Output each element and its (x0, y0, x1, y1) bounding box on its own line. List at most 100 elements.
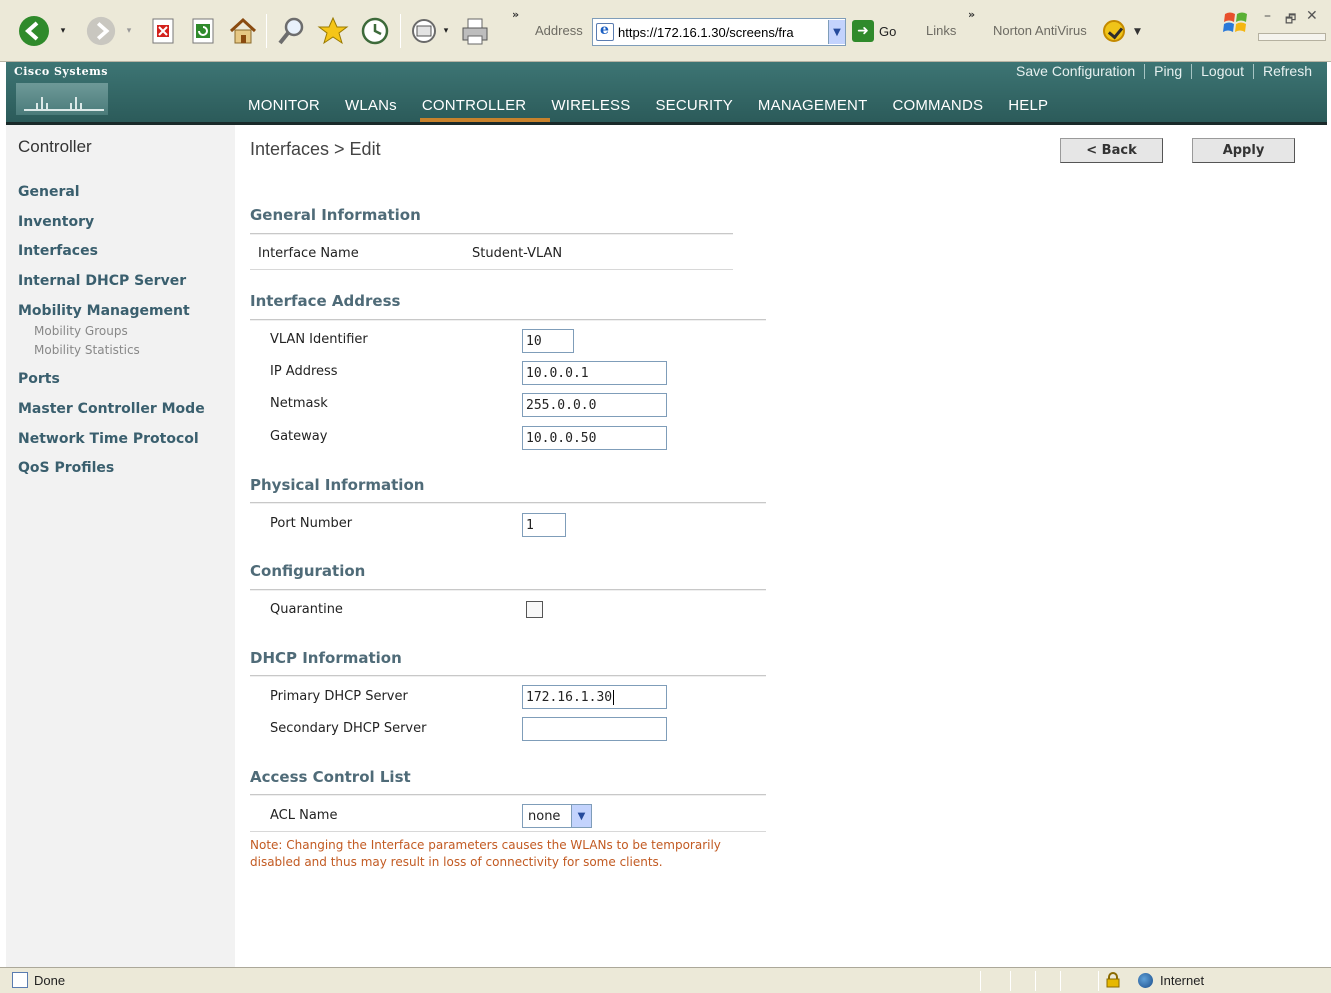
main-nav: MONITOR WLANs CONTROLLER WIRELESS SECURI… (248, 94, 1073, 116)
norton-antivirus-icon[interactable] (1103, 20, 1125, 42)
section-dhcp-information: DHCP Information (250, 649, 402, 667)
section-general-information: General Information (250, 206, 421, 224)
address-dropdown-icon[interactable]: ▼ (828, 20, 845, 44)
primary-dhcp-server-input[interactable]: 172.16.1.30 (522, 685, 667, 709)
apply-button[interactable]: Apply (1192, 138, 1295, 163)
primary-dhcp-server-label: Primary DHCP Server (270, 689, 408, 704)
sidebar: Controller General Inventory Interfaces … (6, 125, 235, 967)
sidebar-title: Controller (18, 137, 92, 156)
section-access-control-list: Access Control List (250, 768, 411, 786)
nav-monitor[interactable]: MONITOR (248, 94, 320, 116)
print-icon[interactable] (458, 14, 492, 48)
back-dropdown-icon[interactable]: ▾ (56, 14, 70, 48)
go-label: Go (879, 23, 897, 39)
mail-icon[interactable] (408, 14, 440, 48)
lock-icon[interactable] (1106, 972, 1120, 988)
sidebar-item-qos-profiles[interactable]: QoS Profiles (18, 460, 114, 476)
section-physical-information: Physical Information (250, 476, 425, 494)
sidebar-item-inventory[interactable]: Inventory (18, 214, 94, 230)
back-button[interactable]: < Back (1060, 138, 1163, 163)
sidebar-item-interfaces[interactable]: Interfaces (18, 243, 98, 259)
go-button[interactable]: ➜ Go (852, 20, 896, 42)
page-status-icon (12, 972, 28, 988)
norton-label[interactable]: Norton AntiVirus (993, 23, 1087, 38)
nav-controller[interactable]: CONTROLLER (422, 94, 527, 116)
restore-icon[interactable]: 🗗 (1285, 10, 1296, 31)
history-icon[interactable] (358, 14, 392, 48)
refresh-icon[interactable] (188, 14, 218, 48)
ping-link[interactable]: Ping (1145, 63, 1191, 79)
row-divider (250, 269, 733, 270)
forward-dropdown-icon[interactable]: ▾ (122, 14, 136, 48)
interface-name-value: Student-VLAN (472, 246, 563, 261)
home-icon[interactable] (226, 14, 260, 48)
nav-help[interactable]: HELP (1008, 94, 1048, 116)
quarantine-checkbox[interactable] (526, 601, 543, 618)
windows-logo-icon (1223, 12, 1247, 32)
nav-wlans[interactable]: WLANs (345, 94, 397, 116)
netmask-input[interactable]: 255.0.0.0 (522, 393, 667, 417)
forward-icon[interactable] (84, 14, 118, 48)
status-panel-divider (1060, 971, 1061, 991)
save-configuration-link[interactable]: Save Configuration (1007, 63, 1144, 79)
secondary-dhcp-server-input[interactable] (522, 717, 667, 741)
vlan-identifier-input[interactable]: 10 (522, 329, 574, 353)
search-icon[interactable] (274, 14, 310, 48)
back-icon[interactable] (16, 14, 52, 48)
acl-name-select[interactable]: none ▼ (522, 804, 592, 828)
refresh-link[interactable]: Refresh (1254, 63, 1321, 79)
sidebar-item-mobility-management[interactable]: Mobility Management (18, 303, 190, 319)
sidebar-item-ports[interactable]: Ports (18, 371, 60, 387)
header-links: Save Configuration Ping Logout Refresh (1007, 62, 1321, 80)
port-number-value: 1 (526, 517, 534, 533)
address-bar[interactable]: https://172.16.1.30/screens/fra ▼ (592, 18, 846, 46)
window-resize-bar (1258, 33, 1326, 41)
cisco-logo: Cisco Systems (14, 65, 110, 117)
cisco-bridge-icon (16, 83, 108, 115)
sidebar-item-master-controller-mode[interactable]: Master Controller Mode (18, 401, 205, 417)
status-panel-divider (1098, 971, 1099, 991)
netmask-value: 255.0.0.0 (526, 397, 597, 413)
toolbar-more-chevron[interactable]: » (512, 8, 519, 21)
warning-note: Note: Changing the Interface parameters … (250, 838, 721, 869)
sidebar-item-network-time-protocol[interactable]: Network Time Protocol (18, 431, 199, 447)
close-icon[interactable]: ✕ (1306, 8, 1318, 24)
acl-dropdown-icon[interactable]: ▼ (571, 805, 591, 827)
gateway-input[interactable]: 10.0.0.50 (522, 426, 667, 450)
gateway-label: Gateway (270, 429, 328, 444)
secondary-dhcp-server-label: Secondary DHCP Server (270, 721, 427, 736)
section-configuration: Configuration (250, 562, 366, 580)
sidebar-item-internal-dhcp-server[interactable]: Internal DHCP Server (18, 273, 186, 289)
nav-wireless[interactable]: WIRELESS (551, 94, 630, 116)
logout-link[interactable]: Logout (1192, 63, 1253, 79)
mail-dropdown-icon[interactable]: ▾ (440, 14, 452, 48)
sidebar-item-general[interactable]: General (18, 184, 80, 200)
norton-dropdown-icon[interactable]: ▼ (1134, 27, 1141, 37)
port-number-input[interactable]: 1 (522, 513, 566, 537)
brand-name: Cisco Systems (14, 65, 108, 78)
section-divider (250, 794, 766, 796)
links-label[interactable]: Links (926, 23, 956, 38)
section-divider (250, 233, 733, 235)
cisco-header: Cisco Systems Save Configuration Ping Lo… (6, 62, 1327, 124)
sidebar-item-mobility-statistics[interactable]: Mobility Statistics (34, 343, 140, 357)
favorites-star-icon[interactable] (316, 14, 350, 48)
stop-icon[interactable] (148, 14, 178, 48)
go-arrow-icon: ➜ (852, 20, 874, 42)
minimize-icon[interactable]: – (1264, 8, 1271, 24)
ip-address-label: IP Address (270, 364, 338, 379)
sidebar-item-mobility-groups[interactable]: Mobility Groups (34, 324, 128, 338)
interface-name-label: Interface Name (258, 246, 359, 261)
quarantine-label: Quarantine (270, 602, 343, 617)
ip-address-value: 10.0.0.1 (526, 365, 589, 381)
section-interface-address: Interface Address (250, 292, 401, 310)
nav-security[interactable]: SECURITY (655, 94, 732, 116)
nav-management[interactable]: MANAGEMENT (758, 94, 868, 116)
links-chevron[interactable]: » (968, 8, 975, 21)
internet-zone-label: Internet (1160, 973, 1205, 988)
vlan-identifier-value: 10 (526, 333, 542, 349)
nav-commands[interactable]: COMMANDS (892, 94, 983, 116)
ip-address-input[interactable]: 10.0.0.1 (522, 361, 667, 385)
page-title: Interfaces > Edit (250, 139, 381, 159)
address-url[interactable]: https://172.16.1.30/screens/fra (618, 25, 828, 40)
